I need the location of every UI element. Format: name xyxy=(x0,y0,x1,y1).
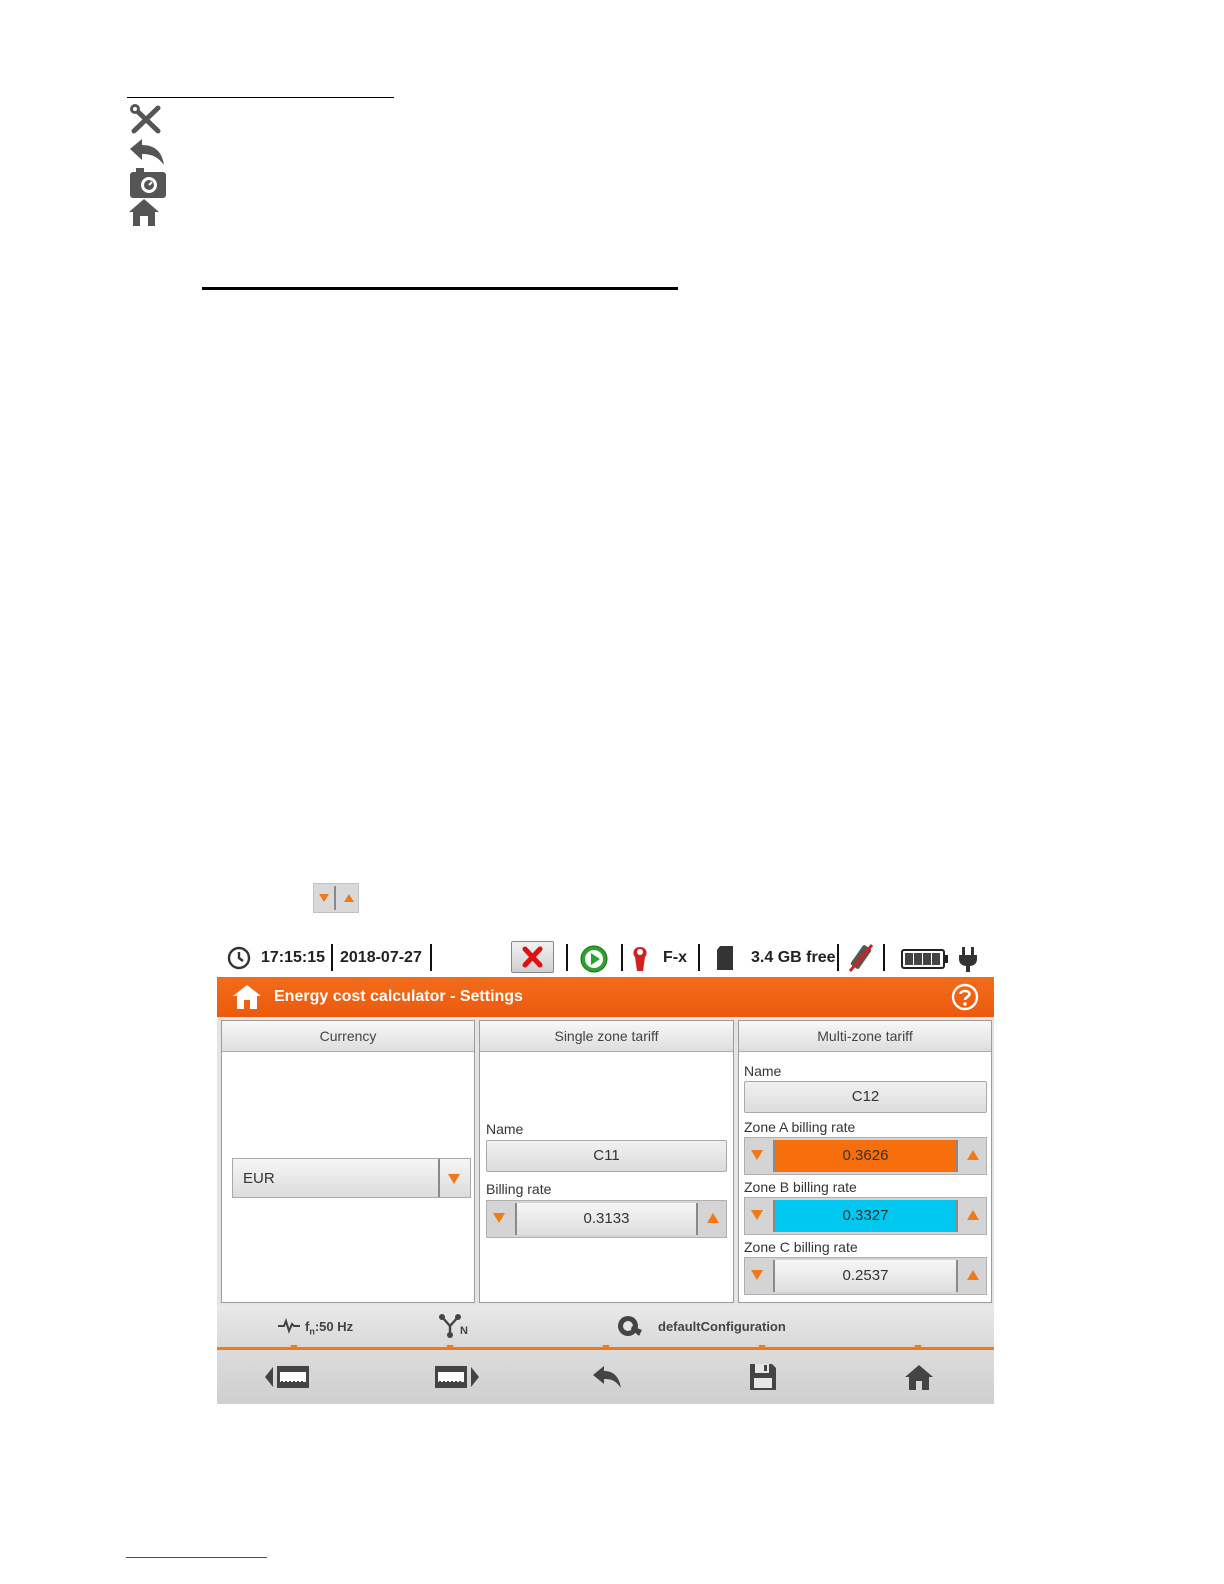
configuration-name: defaultConfiguration xyxy=(658,1319,786,1334)
zone-c-label: Zone C billing rate xyxy=(744,1239,858,1255)
help-button[interactable] xyxy=(951,983,979,1011)
spinner-example-icon xyxy=(313,883,359,913)
zone-b-stepper[interactable]: 0.3327 xyxy=(744,1197,987,1235)
single-rate-value[interactable]: 0.3133 xyxy=(515,1203,698,1235)
status-separator xyxy=(566,944,568,971)
battery-icon xyxy=(901,949,949,969)
nominal-frequency: fn:50 Hz xyxy=(305,1319,353,1337)
info-bar: fn:50 Hz N defaultConfiguration xyxy=(217,1305,994,1347)
currency-select[interactable]: EUR xyxy=(232,1158,471,1198)
decrement-icon[interactable] xyxy=(751,1210,763,1220)
status-separator xyxy=(430,944,432,971)
storage-free: 3.4 GB free xyxy=(751,949,836,966)
single-name-label: Name xyxy=(486,1121,524,1137)
decrement-icon[interactable] xyxy=(493,1213,505,1223)
zone-a-stepper[interactable]: 0.3626 xyxy=(744,1137,987,1175)
sd-card-icon xyxy=(715,945,735,971)
multi-name-field[interactable]: C12 xyxy=(744,1081,987,1113)
network-subscript: N xyxy=(460,1325,468,1337)
single-zone-header: Single zone tariff xyxy=(480,1021,733,1052)
zone-c-value[interactable]: 0.2537 xyxy=(773,1260,958,1292)
stop-button[interactable] xyxy=(511,941,554,973)
increment-icon[interactable] xyxy=(707,1213,719,1223)
status-separator xyxy=(837,944,839,971)
currency-dropdown-button[interactable] xyxy=(438,1159,470,1197)
page-title: Energy cost calculator - Settings xyxy=(274,988,523,1005)
clamp-probe-icon xyxy=(630,945,650,973)
status-separator xyxy=(621,944,623,971)
title-bar: Energy cost calculator - Settings xyxy=(217,977,994,1017)
camera-icon xyxy=(128,167,166,199)
footer-link-underline xyxy=(126,1557,267,1558)
previous-screen-button[interactable] xyxy=(263,1360,313,1394)
home-nav-button[interactable] xyxy=(904,1360,954,1394)
status-time: 17:15:15 xyxy=(261,949,326,966)
zone-a-label: Zone A billing rate xyxy=(744,1119,856,1135)
section-rule xyxy=(202,287,678,290)
save-button[interactable] xyxy=(748,1360,798,1394)
single-zone-panel: Single zone tariff Name C11 Billing rate… xyxy=(479,1020,734,1303)
zone-b-value[interactable]: 0.3327 xyxy=(773,1200,958,1232)
settings-content: Currency EUR Single zone tariff Name C11… xyxy=(217,1017,994,1305)
usb-disabled-icon xyxy=(846,942,876,974)
next-screen-button[interactable] xyxy=(433,1360,483,1394)
currency-value: EUR xyxy=(243,1170,275,1187)
tools-icon xyxy=(128,103,166,135)
currency-header: Currency xyxy=(222,1021,474,1052)
back-icon xyxy=(128,137,166,169)
increment-icon[interactable] xyxy=(967,1150,979,1160)
clock-icon xyxy=(227,946,251,970)
status-separator xyxy=(698,944,700,971)
zone-a-value[interactable]: 0.3626 xyxy=(773,1140,958,1172)
play-icon[interactable] xyxy=(579,945,609,973)
probe-label: F-x xyxy=(663,949,687,966)
increment-icon[interactable] xyxy=(967,1270,979,1280)
multi-name-label: Name xyxy=(744,1063,782,1079)
navigation-bar xyxy=(217,1350,994,1404)
device-screen: 17:15:15 2018-07-27 F-x 3.4 GB free Ener… xyxy=(217,940,994,1404)
power-plug-icon xyxy=(958,945,978,973)
status-separator xyxy=(331,944,333,971)
currency-panel: Currency EUR xyxy=(221,1020,475,1303)
zone-b-label: Zone B billing rate xyxy=(744,1179,857,1195)
status-date: 2018-07-27 xyxy=(340,949,422,966)
single-rate-label: Billing rate xyxy=(486,1181,552,1197)
top-rule xyxy=(127,97,394,98)
status-separator xyxy=(883,944,885,971)
single-name-field[interactable]: C11 xyxy=(486,1140,727,1172)
increment-icon[interactable] xyxy=(967,1210,979,1220)
home-button[interactable] xyxy=(232,984,262,1010)
multi-zone-header: Multi-zone tariff xyxy=(739,1021,991,1052)
decrement-icon[interactable] xyxy=(751,1150,763,1160)
configuration-icon xyxy=(617,1314,643,1338)
chevron-down-icon xyxy=(448,1174,460,1184)
status-bar: 17:15:15 2018-07-27 F-x 3.4 GB free xyxy=(217,940,994,976)
multi-zone-panel: Multi-zone tariff Name C12 Zone A billin… xyxy=(738,1020,992,1303)
home-icon xyxy=(128,198,166,230)
freq-value: :50 Hz xyxy=(314,1319,354,1334)
waveform-icon xyxy=(277,1318,301,1334)
single-rate-stepper[interactable]: 0.3133 xyxy=(486,1200,727,1238)
decrement-icon[interactable] xyxy=(751,1270,763,1280)
zone-c-stepper[interactable]: 0.2537 xyxy=(744,1257,987,1295)
back-button[interactable] xyxy=(591,1360,641,1394)
